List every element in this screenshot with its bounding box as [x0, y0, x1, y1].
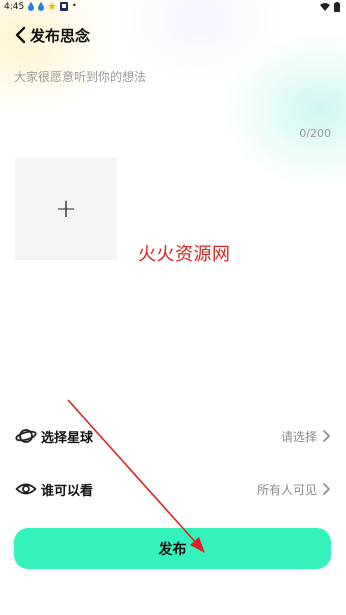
status-bar: 4:45 •: [0, 0, 346, 16]
battery-icon: [334, 2, 340, 12]
publish-button[interactable]: 发布: [14, 528, 331, 569]
water-drop-icon: [28, 1, 34, 11]
planet-icon: [15, 429, 37, 443]
content-input[interactable]: [14, 68, 332, 124]
eye-icon: [15, 483, 37, 495]
chevron-left-icon: [15, 26, 26, 44]
header: 发布思念: [0, 20, 346, 50]
wifi-icon: [320, 3, 330, 11]
water-drop-icon: [38, 1, 44, 11]
more-dot-icon: •: [72, 1, 77, 10]
char-count: 0/200: [299, 127, 331, 140]
status-left-icons: •: [28, 1, 77, 11]
visibility-label: 谁可以看: [41, 484, 94, 499]
status-right-icons: [320, 2, 340, 12]
select-planet-row[interactable]: 选择星球 请选择: [15, 422, 331, 450]
plus-icon: +: [55, 194, 77, 224]
back-button[interactable]: [12, 24, 30, 46]
select-planet-label: 选择星球: [41, 431, 94, 446]
watermark-text: 火火资源网: [138, 244, 231, 265]
page-title: 发布思念: [30, 27, 91, 45]
star-icon: [48, 2, 56, 10]
status-time: 4:45: [4, 2, 25, 12]
chevron-right-icon: [323, 430, 330, 442]
visibility-row[interactable]: 谁可以看 所有人可见: [15, 475, 331, 503]
app-notification-icon: [60, 1, 68, 11]
chevron-right-icon: [323, 483, 330, 495]
visibility-value: 所有人可见: [256, 483, 317, 497]
add-image-button[interactable]: +: [15, 158, 117, 260]
select-planet-value: 请选择: [280, 430, 317, 444]
